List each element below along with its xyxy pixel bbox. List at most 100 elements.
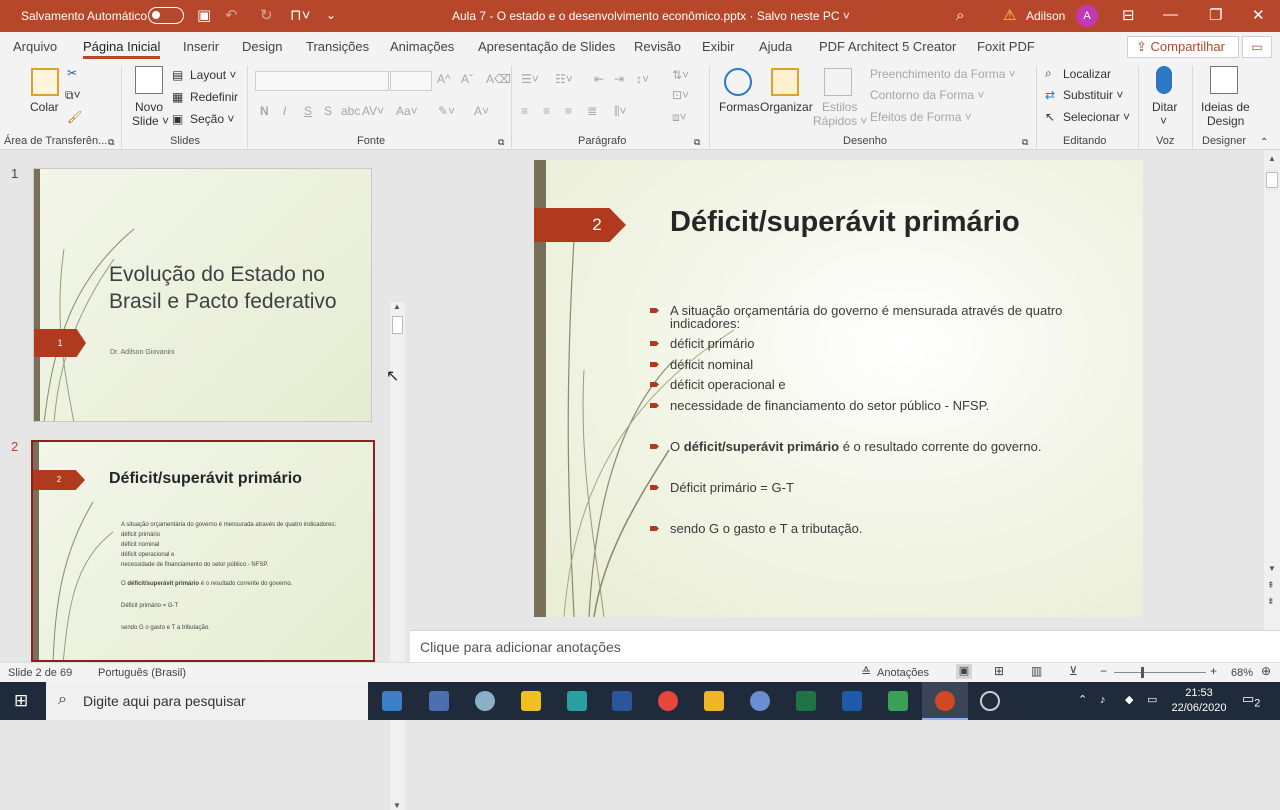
- slide-bullet[interactable]: déficit nominal: [670, 358, 1110, 371]
- design-ideas-icon[interactable]: [1210, 66, 1238, 94]
- align-left-icon[interactable]: ≡: [521, 104, 528, 118]
- current-slide[interactable]: 2 Déficit/superávit primário A situação …: [534, 160, 1143, 617]
- network-icon[interactable]: ▭: [1147, 693, 1157, 708]
- windows-start-icon[interactable]: ⊞: [14, 691, 28, 711]
- clear-format-icon[interactable]: A⌫: [486, 72, 511, 86]
- app-icon[interactable]: [888, 691, 908, 711]
- search-icon[interactable]: ⌕: [956, 7, 964, 24]
- sticky-notes-icon[interactable]: [521, 691, 541, 711]
- slide-sorter-icon[interactable]: ⊞: [994, 664, 1004, 678]
- reset-button[interactable]: Redefinir: [190, 90, 238, 104]
- new-slide-icon[interactable]: [135, 66, 163, 94]
- microphone-icon[interactable]: [1156, 66, 1172, 94]
- quick-styles-icon[interactable]: [824, 68, 852, 96]
- avatar[interactable]: A: [1076, 5, 1098, 27]
- undo-icon[interactable]: ↶: [225, 7, 238, 24]
- increase-indent-icon[interactable]: ⇥: [614, 72, 624, 86]
- format-painter-icon[interactable]: 🖌: [67, 110, 82, 124]
- slide-title[interactable]: Déficit/superávit primário: [670, 206, 1020, 239]
- slide-thumbnail-1[interactable]: 1 Evolução do Estado no Brasil e Pacto f…: [33, 168, 372, 422]
- chrome-icon[interactable]: [658, 691, 678, 711]
- zoom-out-icon[interactable]: −: [1100, 664, 1107, 678]
- ribbon-display-icon[interactable]: ⊟: [1122, 6, 1135, 24]
- drawing-launcher-icon[interactable]: ⧉: [1022, 137, 1028, 148]
- zoom-slider[interactable]: [1114, 672, 1206, 673]
- redo-icon[interactable]: ↻: [260, 7, 273, 24]
- comments-button[interactable]: ▭: [1242, 36, 1272, 58]
- find-button[interactable]: Localizar: [1063, 67, 1111, 81]
- scroll-up-icon[interactable]: ▲: [1268, 154, 1276, 163]
- bold-icon[interactable]: N: [260, 104, 269, 118]
- calculator-icon[interactable]: [429, 691, 449, 711]
- taskbar-search[interactable]: ⌕ Digite aqui para pesquisar: [46, 682, 368, 720]
- paste-button[interactable]: Colar: [30, 100, 59, 114]
- font-size-select[interactable]: [390, 71, 432, 91]
- tab-pdf-architect[interactable]: PDF Architect 5 Creator: [819, 39, 956, 54]
- presentation-icon[interactable]: ⊓˅: [290, 7, 310, 24]
- new-slide-dropdown[interactable]: Slide ˅: [132, 114, 169, 128]
- slide-bullet[interactable]: A situação orçamentária do governo é men…: [670, 304, 1110, 330]
- dictate-button[interactable]: Ditar: [1152, 100, 1177, 114]
- change-case-icon[interactable]: Aa˅: [396, 104, 418, 118]
- collapse-ribbon-icon[interactable]: ⌃: [1260, 137, 1268, 148]
- grow-font-icon[interactable]: A^: [437, 72, 451, 86]
- select-button[interactable]: Selecionar ˅: [1063, 110, 1130, 124]
- autosave-toggle[interactable]: [148, 7, 184, 24]
- tab-transicoes[interactable]: Transições: [306, 39, 369, 54]
- file-explorer-icon[interactable]: [704, 691, 724, 711]
- normal-view-icon[interactable]: ▣: [956, 664, 972, 679]
- document-title[interactable]: Aula 7 - O estado e o desenvolvimento ec…: [452, 9, 850, 23]
- underline-icon[interactable]: S: [304, 104, 312, 118]
- app-icon[interactable]: [475, 691, 495, 711]
- save-icon[interactable]: ▣: [197, 7, 211, 24]
- tab-apresentacao[interactable]: Apresentação de Slides: [478, 39, 615, 54]
- scroll-down-icon[interactable]: ▼: [393, 801, 401, 810]
- columns-icon[interactable]: ⫼˅: [614, 104, 627, 119]
- zoom-level[interactable]: 68%: [1231, 667, 1253, 679]
- tab-pagina-inicial[interactable]: Página Inicial: [83, 39, 161, 59]
- notification-icon[interactable]: ▭2: [1242, 691, 1260, 712]
- slide-bullet[interactable]: O déficit/superávit primário é o resulta…: [670, 440, 1110, 453]
- line-spacing-icon[interactable]: ↕˅: [636, 72, 649, 86]
- slide-thumbnail-2[interactable]: 2 Déficit/superávit primário A situação …: [31, 440, 375, 662]
- shape-outline-button[interactable]: Contorno da Forma ˅: [870, 88, 984, 102]
- tab-foxit-pdf[interactable]: Foxit PDF: [977, 39, 1035, 54]
- paste-icon[interactable]: [31, 68, 59, 96]
- prev-slide-icon[interactable]: ⇞: [1267, 580, 1275, 591]
- decrease-indent-icon[interactable]: ⇤: [594, 72, 604, 86]
- language-indicator[interactable]: Português (Brasil): [98, 667, 186, 679]
- scroll-up-icon[interactable]: ▲: [393, 302, 401, 311]
- char-spacing-icon[interactable]: AV˅: [362, 104, 384, 118]
- tab-inserir[interactable]: Inserir: [183, 39, 219, 54]
- numbering-icon[interactable]: ☷˅: [555, 72, 573, 86]
- network-app-icon[interactable]: [567, 691, 587, 711]
- shapes-button[interactable]: Formas: [719, 100, 760, 114]
- volume-icon[interactable]: ♪: [1100, 693, 1106, 708]
- slide-bullet[interactable]: déficit operacional e: [670, 378, 1110, 391]
- paragraph-launcher-icon[interactable]: ⧉: [694, 137, 700, 148]
- editor-scrollbar[interactable]: ▲ ▼ ⇞ ⇟: [1264, 150, 1280, 630]
- slideshow-icon[interactable]: ⊻: [1069, 664, 1078, 678]
- text-direction-icon[interactable]: ⇅˅: [672, 68, 689, 82]
- clock[interactable]: 21:53 22/06/2020: [1170, 686, 1228, 716]
- shape-fill-button[interactable]: Preenchimento da Forma ˅: [870, 67, 1016, 81]
- close-icon[interactable]: ✕: [1252, 6, 1265, 24]
- minimize-icon[interactable]: —: [1163, 6, 1178, 23]
- slide-bullet[interactable]: déficit primário: [670, 337, 1110, 350]
- scroll-down-icon[interactable]: ▼: [1268, 564, 1276, 573]
- slide-bullet[interactable]: sendo G o gasto e T a tributação.: [670, 522, 1110, 535]
- restore-icon[interactable]: ❐: [1209, 6, 1222, 24]
- copy-icon[interactable]: ⧉˅: [65, 88, 81, 103]
- cut-icon[interactable]: ✂: [67, 66, 77, 80]
- notes-pane[interactable]: Clique para adicionar anotações: [410, 630, 1280, 662]
- shapes-icon[interactable]: [724, 68, 752, 96]
- section-button[interactable]: Seção ˅: [190, 112, 234, 126]
- font-name-select[interactable]: [255, 71, 389, 91]
- justify-icon[interactable]: ≣: [587, 104, 597, 118]
- customize-qat-icon[interactable]: ⌄: [326, 7, 336, 24]
- fit-to-window-icon[interactable]: ⊕: [1261, 664, 1271, 678]
- new-slide-button[interactable]: Novo: [135, 100, 163, 114]
- show-hidden-icons[interactable]: ⌃: [1078, 693, 1087, 708]
- quick-styles-button[interactable]: Estilos: [822, 100, 857, 114]
- scrollbar-thumb[interactable]: [392, 316, 403, 334]
